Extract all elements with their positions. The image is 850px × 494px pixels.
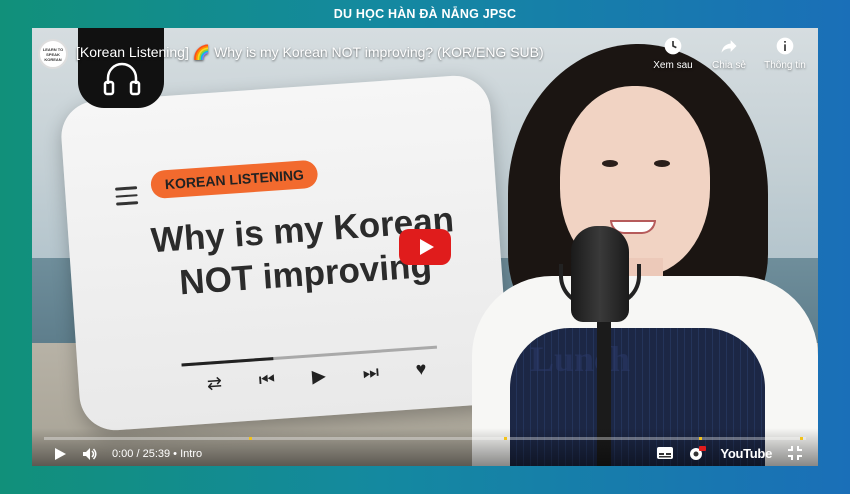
exit-fullscreen-icon[interactable] — [786, 445, 804, 461]
hamburger-icon — [115, 186, 139, 210]
watch-later-button[interactable]: Xem sau — [650, 36, 696, 71]
play-icon: ▶ — [311, 365, 327, 387]
skip-next-icon: ⏭ — [361, 361, 380, 383]
chapter-title[interactable]: Intro — [180, 448, 202, 460]
settings-hd-icon[interactable] — [688, 445, 707, 461]
share-button[interactable]: Chia sẻ — [706, 36, 752, 71]
thumbnail-player-controls: ⇄ ⏮ ▶ ⏭ ♥ — [206, 358, 427, 394]
channel-badge — [78, 28, 164, 108]
youtube-brand-link[interactable]: YouTube — [720, 446, 772, 461]
channel-avatar-text: LEARN TO SPEAK KOREAN — [42, 46, 64, 62]
top-actions: Xem sau Chia sẻ Thông tin — [650, 36, 808, 71]
chapter-marker — [249, 437, 252, 440]
time-current: 0:00 — [112, 448, 134, 460]
info-icon — [776, 37, 794, 55]
time-display: 0:00 / 25:39 • Intro — [112, 448, 203, 460]
shirt-print-text: Lunch — [530, 339, 631, 379]
info-label: Thông tin — [764, 60, 806, 71]
subtitles-icon[interactable] — [656, 445, 674, 461]
thumbnail-tag: KOREAN LISTENING — [149, 159, 319, 200]
info-button[interactable]: Thông tin — [762, 36, 808, 71]
seek-bar[interactable] — [44, 437, 806, 440]
person-eye-right — [654, 160, 670, 167]
watch-later-label: Xem sau — [653, 60, 693, 71]
time-total: 25:39 — [142, 448, 171, 460]
play-button[interactable] — [52, 446, 68, 462]
video-title[interactable]: [Korean Listening] 🌈 Why is my Korean NO… — [76, 44, 544, 61]
controls-right: YouTube — [656, 445, 804, 461]
microphone — [571, 226, 629, 322]
heart-icon: ♥ — [415, 358, 428, 380]
controls-left: 0:00 / 25:39 • Intro — [52, 446, 202, 462]
channel-avatar[interactable]: LEARN TO SPEAK KOREAN — [38, 39, 68, 69]
thumbnail-progress-fill — [181, 357, 274, 367]
repeat-icon: ⇄ — [206, 372, 223, 394]
player-control-bar: 0:00 / 25:39 • Intro YouTube — [32, 428, 818, 466]
chapter-marker — [504, 437, 507, 440]
video-player[interactable]: KOREAN LISTENING Why is my Korean NOT im… — [32, 28, 818, 466]
youtube-play-button[interactable] — [399, 229, 451, 265]
volume-icon[interactable] — [82, 446, 98, 462]
headphones-icon — [103, 62, 141, 96]
chapter-marker — [699, 437, 702, 440]
person-eye-left — [602, 160, 618, 167]
share-label: Chia sẻ — [712, 60, 746, 71]
skip-previous-icon: ⏮ — [258, 369, 276, 391]
share-icon — [721, 40, 737, 53]
site-title: DU HỌC HÀN ĐÀ NẴNG JPSC — [333, 7, 517, 21]
chapter-marker — [800, 437, 803, 440]
clock-icon — [664, 37, 682, 55]
site-header: DU HỌC HÀN ĐÀ NẴNG JPSC — [0, 0, 850, 28]
